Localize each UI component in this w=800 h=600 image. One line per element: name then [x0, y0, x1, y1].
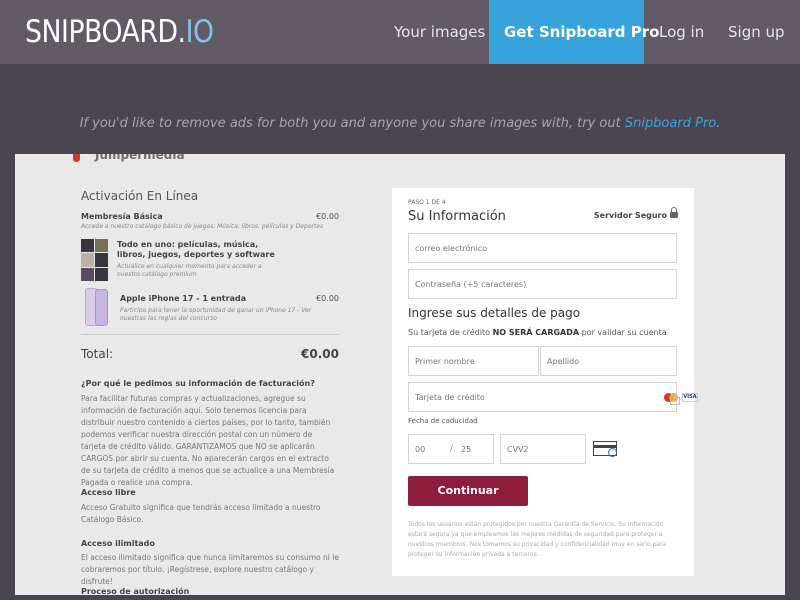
password-field[interactable] — [408, 269, 677, 299]
secure-server-label: Servidor Seguro — [593, 211, 667, 220]
bundle-name: Todo en uno: películas, música, libros, … — [117, 240, 275, 259]
legal-disclaimer: Todos los usuarios están protegidos por … — [408, 521, 667, 558]
brand-logo-icon — [73, 154, 80, 162]
padlock-icon — [670, 393, 680, 405]
top-navigation-bar: SNIPBOARD.IO Your images Get Snipboard P… — [0, 0, 800, 64]
membership-name: Membresía Básica — [81, 212, 163, 221]
secure-server-badge: Servidor Seguro — [593, 207, 678, 220]
free-access-heading: Acceso libre — [81, 488, 136, 497]
promo-message: If you'd like to remove ads for both you… — [0, 116, 800, 131]
free-access-body: Acceso Gratuito significa que tendrás ac… — [81, 503, 321, 524]
payment-title: Ingrese sus detalles de pago — [408, 306, 581, 320]
shared-image: Jumpermedia Activación En Línea Membresí… — [15, 154, 785, 595]
cvv-help-icon — [593, 441, 617, 457]
membership-price: €0.00 — [316, 212, 339, 221]
iphone-name: Apple iPhone 17 - 1 entrada — [120, 294, 247, 303]
email-field[interactable] — [408, 233, 677, 263]
payment-note-text: Su tarjeta de crédito — [408, 328, 493, 337]
first-name-field[interactable] — [408, 346, 539, 376]
step-indicator: PASO 1 DE 4 — [408, 199, 446, 206]
unlimited-access-body: El acceso ilimitado significa que nunca … — [81, 553, 339, 586]
iphone-note: Participa para tener la oportunidad de g… — [120, 307, 312, 322]
logo-text: SNIPBOARD. — [25, 14, 186, 50]
promo-text: If you'd like to remove ads for both you… — [79, 116, 625, 131]
continue-button[interactable]: Continuar — [408, 476, 528, 506]
snipboard-logo[interactable]: SNIPBOARD.IO — [25, 12, 214, 52]
iphone-price: €0.00 — [316, 294, 339, 303]
payment-note: Su tarjeta de crédito NO SERÁ CARGADA po… — [408, 328, 667, 337]
cvv-field[interactable] — [500, 434, 586, 464]
last-name-field[interactable] — [540, 346, 677, 376]
total-label: Total: — [81, 347, 114, 361]
expiry-year-field[interactable] — [455, 434, 494, 464]
summary-divider — [81, 334, 339, 335]
total-value: €0.00 — [301, 347, 339, 361]
payment-note-bold: NO SERÁ CARGADA — [492, 328, 580, 337]
nav-login[interactable]: Log in — [659, 0, 704, 64]
visa-icon: VISA — [682, 393, 698, 402]
credit-card-field[interactable] — [408, 382, 677, 412]
bundle-note: Actualice en cualquier momento para acce… — [117, 263, 262, 278]
lock-icon — [670, 207, 678, 219]
form-title: Su Información — [408, 209, 506, 224]
membership-note: Accede a nuestro catálogo básico de jueg… — [81, 223, 324, 230]
nav-signup[interactable]: Sign up — [728, 0, 785, 64]
nav-your-images[interactable]: Your images — [394, 0, 485, 64]
nav-get-pro-button[interactable]: Get Snipboard Pro — [489, 0, 659, 64]
media-thumbnails — [81, 239, 108, 281]
billing-why-body: Para facilitar futuras compras y actuali… — [81, 394, 335, 487]
expiry-separator: / — [450, 444, 454, 454]
promo-end: . — [716, 116, 721, 131]
expiry-label: Fecha de caducidad — [408, 417, 478, 425]
billing-why-heading: ¿Por qué le pedimos su información de fa… — [81, 379, 315, 388]
signup-form-card: PASO 1 DE 4 Su Información Servidor Segu… — [392, 188, 698, 576]
brand-name: Jumpermedia — [95, 154, 185, 162]
iphone-image — [81, 288, 111, 326]
payment-note-end: por validar su cuenta — [579, 328, 667, 337]
activation-title: Activación En Línea — [81, 189, 199, 203]
logo-suffix: IO — [185, 14, 214, 50]
promo-pro-link[interactable]: Snipboard Pro — [625, 116, 716, 131]
authorization-heading: Proceso de autorización — [81, 587, 190, 595]
unlimited-access-heading: Acceso ilimitado — [81, 539, 155, 548]
